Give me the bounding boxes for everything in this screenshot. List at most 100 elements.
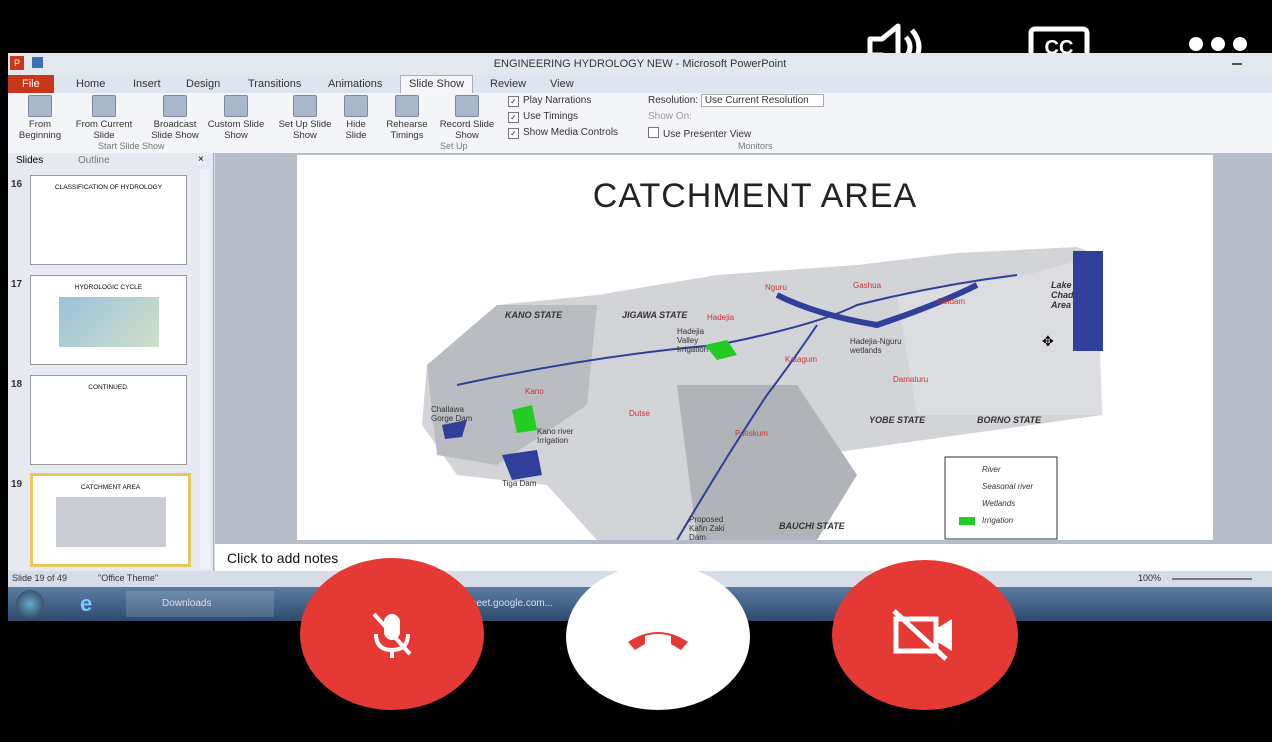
tab-review[interactable]: Review — [490, 78, 526, 90]
group-setup-label: Set Up — [440, 141, 468, 151]
slideshow-icon — [92, 95, 116, 117]
show-on-select[interactable]: Show On: — [648, 111, 692, 122]
slide-thumbnail[interactable]: CONTINUED. — [30, 375, 187, 465]
resolution-select[interactable]: Resolution: Use Current Resolution — [648, 94, 824, 107]
map-label-bauchi-state: BAUCHI STATE — [779, 521, 845, 531]
slides-pane: Slides Outline × 16 CLASSIFICATION OF HY… — [8, 153, 214, 571]
camera-off-icon — [892, 609, 952, 661]
taskbar-downloads-label: Downloads — [162, 598, 212, 609]
play-narrations-checkbox[interactable]: ✓ Play Narrations — [508, 95, 591, 107]
minimize-icon[interactable] — [1232, 63, 1242, 65]
map-label-tiga: Tiga Dam — [502, 479, 537, 488]
map-label-wetlands: Hadejia-Nguru wetlands — [850, 337, 902, 355]
record-icon — [455, 95, 479, 117]
legend-wetlands: Wetlands — [982, 499, 1016, 508]
zoom-slider[interactable] — [1172, 578, 1252, 580]
use-timings-label: Use Timings — [523, 111, 579, 122]
status-slide-count: Slide 19 of 49 — [12, 573, 68, 583]
map-label-lake-chad: Lake Chad Area — [1051, 280, 1074, 310]
mute-button[interactable] — [300, 558, 484, 710]
from-beginning-button[interactable]: From Beginning — [10, 95, 70, 141]
play-narrations-label: Play Narrations — [523, 95, 592, 106]
legend-irrigation: Irrigation — [982, 516, 1014, 525]
title-bar: P ENGINEERING HYDROLOGY NEW - Microsoft … — [8, 53, 1272, 75]
from-current-label: From Current Slide — [75, 119, 133, 141]
group-start-label: Start Slide Show — [98, 141, 165, 151]
thumbnail-title: CLASSIFICATION OF HYDROLOGY — [54, 184, 163, 191]
taskbar-meet[interactable]: meet.google.com... — [468, 591, 578, 617]
tab-slide-show[interactable]: Slide Show — [400, 75, 474, 93]
map-town-damaturu: Damaturu — [893, 375, 929, 384]
map-town-katagum: Katagum — [785, 355, 818, 364]
thumbnail-number: 19 — [11, 479, 23, 490]
setup-slideshow-button[interactable]: Set Up Slide Show — [276, 95, 334, 141]
broadcast-label: Broadcast Slide Show — [151, 119, 199, 141]
map-label-borno-state: BORNO STATE — [977, 415, 1042, 425]
slide-thumbnail[interactable]: HYDROLOGIC CYCLE — [30, 275, 187, 365]
status-zoom[interactable]: 100% — [1138, 573, 1161, 583]
tab-home[interactable]: Home — [76, 78, 105, 90]
slideshow-icon — [28, 95, 52, 117]
hide-label: Hide Slide — [345, 119, 367, 141]
presenter-view-label: Use Presenter View — [663, 129, 752, 140]
broadcast-icon — [163, 95, 187, 117]
close-pane-icon[interactable]: × — [198, 154, 204, 165]
thumbnail-title: CONTINUED. — [88, 384, 129, 391]
rehearse-button[interactable]: Rehearse Timings — [382, 95, 432, 141]
ie-icon[interactable]: e — [80, 591, 92, 617]
map-label-kafin-zaki: Proposed Kafin Zaki Dam — [689, 515, 725, 540]
thumbnail-title: HYDROLOGIC CYCLE — [74, 284, 143, 291]
hide-slide-button[interactable]: Hide Slide — [338, 95, 374, 141]
tab-view[interactable]: View — [550, 78, 574, 90]
tab-transitions[interactable]: Transitions — [248, 78, 301, 90]
tab-file[interactable]: File — [8, 75, 54, 93]
mic-off-icon — [372, 612, 412, 658]
record-label: Record Slide Show — [439, 119, 495, 141]
tab-outline[interactable]: Outline — [78, 155, 110, 166]
map-town-geidam: Geidam — [937, 297, 966, 306]
show-media-checkbox[interactable]: ✓ Show Media Controls — [508, 127, 618, 139]
tab-insert[interactable]: Insert — [133, 78, 161, 90]
slide-editor: CATCHMENT AREA KANO STATE JIGAWA STATE Y… — [215, 153, 1272, 543]
camera-button[interactable] — [832, 560, 1018, 710]
slide-thumbnail[interactable]: CLASSIFICATION OF HYDROLOGY — [30, 175, 187, 265]
map-label-hadejia-valley: Hadejia Valley Irrigation — [677, 327, 709, 354]
window-title: ENGINEERING HYDROLOGY NEW - Microsoft Po… — [493, 58, 787, 70]
thumbnail-number: 16 — [11, 179, 23, 190]
cycle-image — [58, 297, 159, 347]
thumbnail-title: CATCHMENT AREA — [80, 484, 141, 491]
use-timings-checkbox[interactable]: ✓ Use Timings — [508, 111, 578, 123]
map-town-potiskum: Potiskum — [735, 429, 768, 438]
current-slide[interactable]: CATCHMENT AREA KANO STATE JIGAWA STATE Y… — [297, 155, 1213, 540]
legend-river: River — [982, 465, 1001, 474]
start-button-icon[interactable] — [16, 590, 44, 618]
ribbon-tabs: File Home Insert Design Transitions Anim… — [8, 75, 1272, 93]
custom-slideshow-button[interactable]: Custom Slide Show — [206, 95, 266, 141]
tab-animations[interactable]: Animations — [328, 78, 382, 90]
show-on-label: Show On: — [648, 111, 692, 122]
catchment-map — [422, 247, 1103, 540]
record-button[interactable]: Record Slide Show — [436, 95, 498, 141]
end-call-button[interactable] — [566, 564, 750, 710]
broadcast-button[interactable]: Broadcast Slide Show — [146, 95, 204, 141]
taskbar-meet-label: meet.google.com... — [468, 598, 554, 609]
tab-slides[interactable]: Slides — [16, 155, 43, 166]
resolution-value: Use Current Resolution — [700, 94, 824, 107]
from-beginning-label: From Beginning — [18, 119, 62, 141]
tab-design[interactable]: Design — [186, 78, 220, 90]
setup-label: Set Up Slide Show — [278, 119, 332, 141]
map-town-hadejia: Hadejia — [707, 313, 735, 322]
slide-thumbnail-selected[interactable]: CATCHMENT AREA — [30, 473, 191, 567]
hide-slide-icon — [344, 95, 368, 117]
map-town-kano: Kano — [525, 387, 544, 396]
presenter-view-checkbox[interactable]: Use Presenter View — [648, 127, 751, 140]
resolution-label: Resolution: — [648, 95, 699, 106]
map-image — [55, 497, 166, 547]
legend-seasonal-river: Seasonal river — [982, 482, 1034, 491]
from-current-button[interactable]: From Current Slide — [70, 95, 138, 141]
taskbar-downloads[interactable]: Downloads — [126, 591, 274, 617]
pane-scrollbar[interactable] — [200, 169, 210, 569]
custom-label: Custom Slide Show — [207, 119, 265, 141]
map-label-challawa: Challawa Gorge Dam — [431, 405, 473, 423]
pane-tabs: Slides Outline × — [8, 153, 213, 167]
